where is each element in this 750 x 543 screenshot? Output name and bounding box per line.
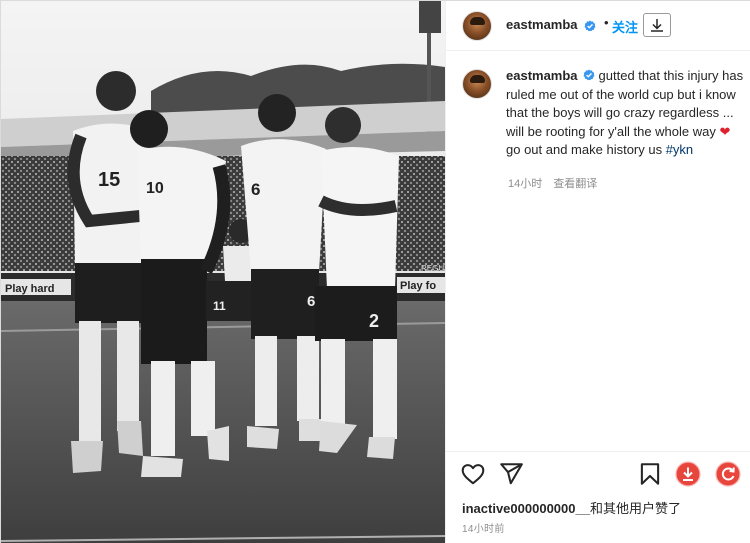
download-icon [651,19,663,32]
post-timestamp[interactable]: 14小时前 [462,520,505,535]
caption-text-block: eastmamba gutted that this injury has ru… [506,67,746,160]
jersey-number-10: 10 [146,180,164,197]
verified-badge-icon [581,18,596,36]
caption-username[interactable]: eastmamba [506,68,578,83]
follow-button[interactable]: 关注 [612,17,638,36]
red-download-circle-icon [675,461,701,487]
post-photo-illustration: Play hard Play fo REGUL 15 [1,1,445,543]
shorts-number-2: 2 [369,311,379,331]
action-bar [446,451,750,493]
see-translation-button[interactable]: 查看翻译 [553,178,597,190]
post-photo[interactable]: Play hard Play fo REGUL 15 [1,1,445,543]
heart-outline-icon [461,464,485,485]
save-button[interactable] [637,461,663,487]
caption-timestamp: 14小时 [508,178,543,190]
header-separator: • [604,15,609,30]
extension-download-button[interactable] [675,461,701,487]
jersey-number-6: 6 [251,180,260,199]
jersey-number-15: 15 [98,169,120,191]
jersey-number-11: 11 [213,299,226,313]
hashtag-link[interactable]: #ykn [666,142,693,157]
red-refresh-circle-icon [715,461,741,487]
verified-badge-icon [583,69,595,81]
paper-plane-icon [500,463,523,485]
caption-text-part-2: go out and make history us [506,142,666,157]
red-heart-emoji: ❤ [719,123,731,139]
author-avatar[interactable] [462,11,492,41]
likes-summary: inactive000000000__和其他用户赞了 [462,498,681,517]
liked-by-username[interactable]: inactive000000000__ [462,501,590,516]
caption-meta: 14小时 查看翻译 [508,175,605,191]
caption-avatar[interactable] [462,69,492,99]
likes-suffix[interactable]: 和其他用户赞了 [590,501,681,516]
board-text-left: Play hard [5,283,55,295]
post-side-panel: eastmamba • 关注 eastmamba gutted that thi… [445,1,750,543]
download-button[interactable] [643,13,671,37]
board-text-right: Play fo [400,280,436,292]
bookmark-icon [640,463,660,485]
author-username[interactable]: eastmamba [506,17,578,32]
share-button[interactable] [498,461,524,487]
instagram-post-view: Play hard Play fo REGUL 15 [0,0,750,543]
board-text-top: REGUL [421,264,445,273]
post-header: eastmamba • 关注 [446,1,750,51]
like-button[interactable] [460,461,486,487]
shorts-number-6: 6 [307,293,315,310]
extension-refresh-button[interactable] [715,461,741,487]
